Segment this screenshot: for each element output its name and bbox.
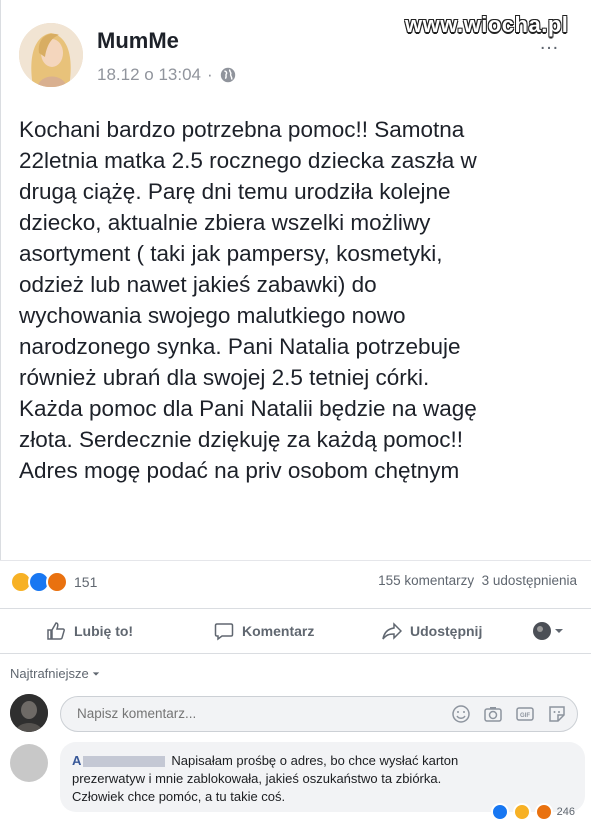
write-comment-row: GIF	[10, 694, 580, 734]
gif-icon[interactable]: GIF	[515, 704, 535, 724]
comment-item: A Napisałam prośbę o adres, bo chce wysła…	[10, 742, 585, 821]
post-card: MumMe 18.12 o 13:04 · www.wiocha.pl … Ko…	[0, 0, 591, 560]
share-button[interactable]: Udostępnij	[382, 621, 482, 641]
comment-sort-label: Najtrafniejsze	[10, 666, 89, 681]
comment-sort-dropdown[interactable]: Najtrafniejsze	[10, 666, 100, 681]
commenter-name[interactable]: A	[72, 753, 81, 768]
post-body-line: również ubrań dla swojej 2.5 tetniej cór…	[19, 365, 430, 390]
comment-input[interactable]	[75, 705, 409, 722]
viewer-avatar	[10, 694, 48, 732]
post-actions-bar: Lubię to! Komentarz Udostępnij	[0, 608, 591, 654]
post-body-line: odzież lub nawet jakieś zabawki) do	[19, 272, 377, 297]
thumbs-up-icon	[47, 622, 65, 640]
angry-reaction-icon	[534, 803, 553, 821]
haha-reaction-icon	[512, 803, 531, 821]
comment-line: Człowiek chce pomóc, a tu takie coś.	[72, 789, 286, 804]
share-arrow-icon	[382, 622, 402, 640]
post-body: Kochani bardzo potrzebna pomoc!! Samotna…	[19, 114, 579, 486]
comment-bubble-icon	[214, 623, 234, 641]
comment-line: prezerwatyw i mnie zablokowała, jakieś o…	[72, 771, 442, 786]
comment-reaction-count: 246	[556, 806, 575, 818]
post-body-line: narodzonego synka. Pani Natalia potrzebu…	[19, 334, 461, 359]
like-reaction-icon	[490, 803, 509, 821]
comment-count-link[interactable]: 155 komentarzy	[378, 573, 474, 588]
meta-separator: ·	[206, 65, 213, 84]
globe-icon	[220, 67, 235, 83]
post-body-line: wychowania swojego malutkiego nowo	[19, 303, 406, 328]
comment-bubble: A Napisałam prośbę o adres, bo chce wysła…	[60, 742, 585, 812]
comment-line: Napisałam prośbę o adres, bo chce wysłać…	[171, 753, 459, 768]
reaction-icons[interactable]: 151	[10, 571, 97, 593]
svg-text:GIF: GIF	[520, 713, 530, 719]
post-body-line: Kochani bardzo potrzebna pomoc!! Samotna	[19, 117, 465, 142]
page-avatar-icon	[533, 622, 551, 640]
more-options-icon[interactable]: …	[539, 32, 560, 55]
post-body-line: złota. Serdecznie dziękuję za każdą pomo…	[19, 427, 463, 452]
reaction-summary-bar: 151 155 komentarzy 3 udostępnienia	[0, 560, 591, 609]
post-body-line: 22letnia matka 2.5 rocznego dziecka zasz…	[19, 148, 477, 173]
post-stats: 155 komentarzy 3 udostępnienia	[378, 573, 577, 588]
post-body-line: dziecko, aktualnie zbiera wszelki możliw…	[19, 210, 431, 235]
post-timestamp[interactable]: 18.12 o 13:04	[97, 65, 201, 85]
comment-input-icons: GIF	[451, 704, 567, 724]
caret-down-icon	[93, 672, 100, 676]
caret-down-icon	[555, 629, 563, 633]
redacted-name-block	[83, 756, 166, 768]
audience-selector[interactable]	[532, 621, 564, 641]
post-body-line: asortyment ( taki jak pampersy, kosmetyk…	[19, 241, 443, 266]
commenter-avatar[interactable]	[10, 744, 48, 782]
author-avatar[interactable]	[19, 23, 83, 87]
emoji-icon[interactable]	[451, 704, 471, 724]
angry-reaction-icon	[46, 571, 68, 593]
comment-button[interactable]: Komentarz	[214, 621, 314, 641]
author-name[interactable]: MumMe	[97, 28, 179, 54]
post-meta: 18.12 o 13:04 ·	[97, 65, 237, 85]
like-button[interactable]: Lubię to!	[46, 621, 133, 641]
comment-text: A Napisałam prośbę o adres, bo chce wysła…	[72, 752, 577, 806]
like-button-label: Lubię to!	[74, 623, 134, 639]
comment-input-box[interactable]: GIF	[60, 696, 578, 732]
post-body-line: Adres mogę podać na priv osobom chętnym	[19, 458, 460, 483]
share-count-link[interactable]: 3 udostępnienia	[482, 573, 577, 588]
post-body-line: drugą ciążę. Parę dni temu urodziła kole…	[19, 179, 451, 204]
camera-icon[interactable]	[483, 704, 503, 724]
sticker-icon[interactable]	[547, 704, 567, 724]
comment-reactions[interactable]: 246	[490, 803, 575, 821]
post-body-line: Każda pomoc dla Pani Natalii będzie na w…	[19, 396, 477, 421]
reaction-count[interactable]: 151	[74, 574, 97, 590]
share-button-label: Udostępnij	[410, 623, 483, 639]
comment-button-label: Komentarz	[242, 623, 315, 639]
